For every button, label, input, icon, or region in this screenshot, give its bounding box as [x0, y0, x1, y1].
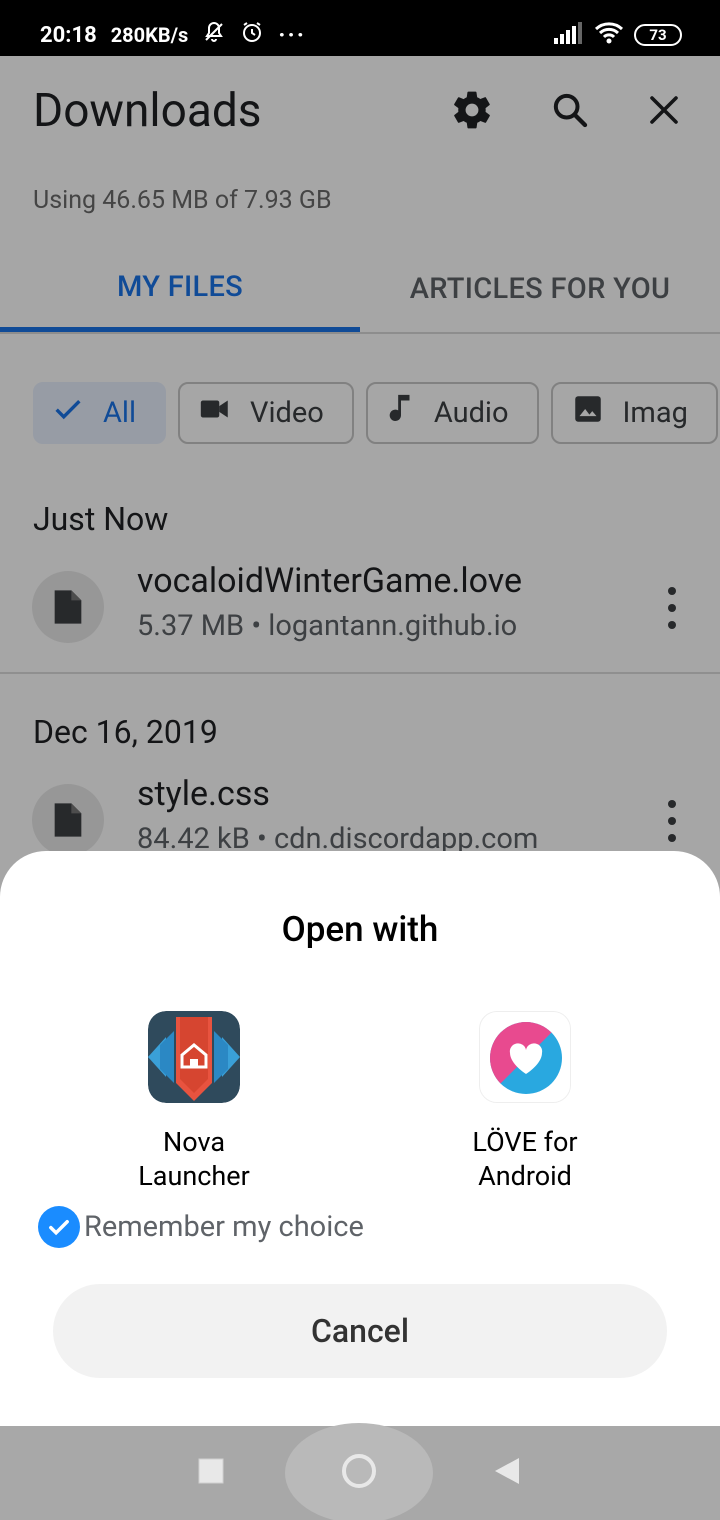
more-notifications-icon: ···: [278, 21, 307, 49]
dialog-title: Open with: [281, 909, 439, 950]
cancel-button[interactable]: Cancel: [53, 1284, 667, 1378]
app-label: LÖVE for Android: [472, 1126, 578, 1192]
app-option-nova-launcher[interactable]: Nova Launcher: [84, 1011, 304, 1193]
remember-choice-checkbox[interactable]: Remember my choice: [38, 1206, 364, 1248]
open-with-sheet: Open with Nova Launcher LÖVE for Android…: [0, 851, 720, 1426]
home-button[interactable]: [285, 1423, 433, 1520]
nova-launcher-icon: [148, 1011, 240, 1103]
bell-off-icon: [202, 20, 226, 50]
checkbox-checked-icon: [38, 1206, 80, 1248]
app-label: Nova Launcher: [138, 1126, 250, 1192]
back-triangle-icon: [493, 1456, 521, 1490]
square-icon: [198, 1458, 224, 1488]
remember-label: Remember my choice: [84, 1210, 364, 1244]
recents-button[interactable]: [186, 1426, 236, 1520]
signal-icon: [554, 22, 584, 48]
network-speed: 280KB/s: [110, 23, 189, 47]
love-android-icon: [479, 1011, 571, 1103]
circle-icon: [339, 1451, 379, 1495]
back-button[interactable]: [482, 1426, 532, 1520]
alarm-icon: [240, 20, 264, 50]
battery-indicator: 73: [634, 24, 682, 46]
status-bar: 20:18 280KB/s ··· 73: [0, 0, 720, 56]
wifi-icon: [594, 21, 624, 49]
status-time: 20:18: [40, 22, 97, 48]
navigation-bar: [0, 1423, 720, 1520]
app-option-love-android[interactable]: LÖVE for Android: [415, 1011, 635, 1193]
